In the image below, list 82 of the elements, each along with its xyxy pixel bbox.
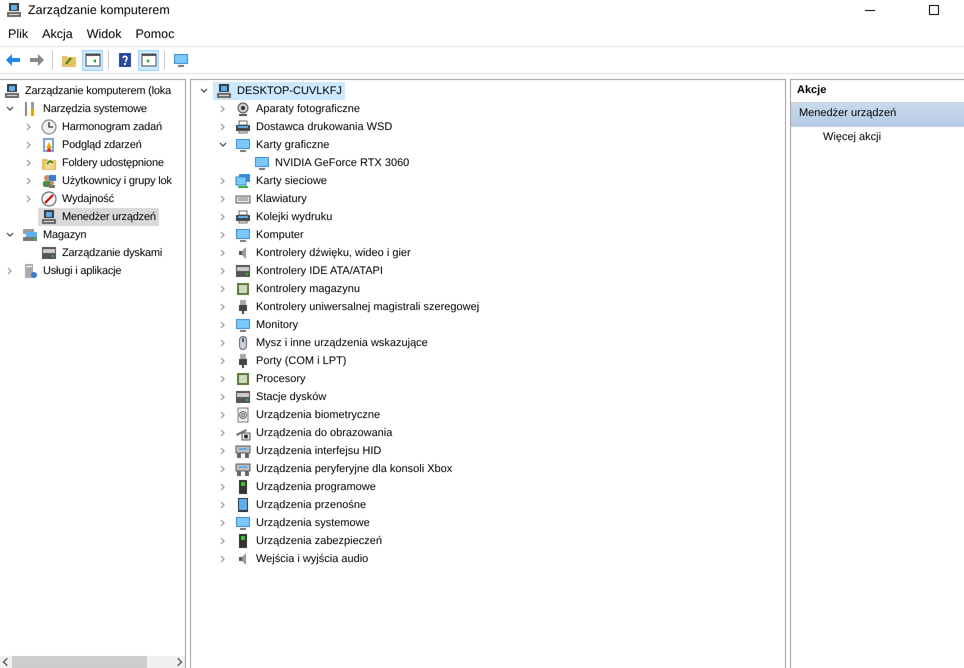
tree-item[interactable]: Kontrolery dźwięku, wideo i gier: [232, 244, 414, 262]
tree-item[interactable]: Kontrolery magazynu: [232, 280, 363, 298]
tree-item[interactable]: Komputer: [232, 226, 307, 244]
window-title: Zarządzanie komputerem: [28, 3, 170, 17]
gamepad-icon: [235, 443, 251, 459]
back-icon: [4, 52, 20, 68]
monitor-icon: [235, 515, 251, 531]
drive-icon: [235, 263, 251, 279]
tree-item[interactable]: Porty (COM i LPT): [232, 352, 350, 370]
computer-icon: [4, 83, 20, 99]
tree-item[interactable]: Harmonogram zadań: [38, 118, 165, 136]
tree-item[interactable]: Urządzenia interfejsu HID: [232, 442, 384, 460]
tree-item[interactable]: Magazyn: [19, 226, 90, 244]
tree-item[interactable]: Narzędzia systemowe: [19, 100, 150, 118]
actions-section-header[interactable]: Menedżer urządzeń: [791, 103, 964, 127]
tree-item[interactable]: Karty graficzne: [232, 136, 332, 154]
drive-icon: [235, 389, 251, 405]
tree-item[interactable]: Wejścia i wyjścia audio: [232, 550, 372, 568]
tree-item[interactable]: Urządzenia zabezpieczeń: [232, 532, 385, 550]
computer-icon: [216, 83, 232, 99]
tree-item[interactable]: Urządzenia peryferyjne dla konsoli Xbox: [232, 460, 456, 478]
log-icon: [41, 137, 57, 153]
tree-item[interactable]: NVIDIA GeForce RTX 3060: [251, 154, 412, 172]
tree-item[interactable]: Monitory: [232, 316, 302, 334]
forward-icon: [28, 52, 44, 68]
action-link[interactable]: Więcej akcji: [791, 127, 964, 149]
tree-item[interactable]: Zarządzanie komputerem (loka: [1, 82, 174, 100]
tree-item[interactable]: Klawiatury: [232, 190, 310, 208]
panel-icon: [84, 52, 100, 68]
monitor-icon: [235, 137, 251, 153]
server-icon: [22, 263, 38, 279]
tree-item[interactable]: Użytkownicy i grupy lok: [38, 172, 175, 190]
chip-icon: [235, 281, 251, 297]
fingerprint-icon: [235, 407, 251, 423]
tree-item[interactable]: Urządzenia do obrazowania: [232, 424, 396, 442]
help-icon: [116, 52, 132, 68]
tree-item[interactable]: Kontrolery uniwersalnej magistrali szeregowej: [232, 298, 482, 316]
tree-item[interactable]: Aparaty fotograficzne: [232, 100, 363, 118]
tree-item[interactable]: Kontrolery IDE ATA/ATAPI: [232, 262, 386, 280]
monitor-icon: [235, 227, 251, 243]
tree-item[interactable]: Urządzenia przenośne: [232, 496, 370, 514]
network-icon: [235, 173, 251, 189]
tree-item[interactable]: Wydajność: [38, 190, 117, 208]
tree-item[interactable]: Karty sieciowe: [232, 172, 330, 190]
menu-item[interactable]: Plik: [1, 25, 36, 43]
tablet-icon: [235, 497, 251, 513]
menu-item[interactable]: Akcja: [35, 25, 80, 43]
tree-item[interactable]: Dostawca drukowania WSD: [232, 118, 396, 136]
panel-icon: [140, 52, 156, 68]
monitor-icon: [254, 155, 270, 171]
tree-item[interactable]: Urządzenia programowe: [232, 478, 379, 496]
monitor-icon: [235, 317, 251, 333]
maximize-icon[interactable]: [929, 5, 939, 15]
tree-item[interactable]: Kolejki wydruku: [232, 208, 336, 226]
users-icon: [41, 173, 57, 189]
gamepad-icon: [235, 461, 251, 477]
storage-icon: [22, 227, 38, 243]
tree-item[interactable]: Usługi i aplikacje: [19, 262, 124, 280]
toolbar-button[interactable]: [138, 50, 159, 70]
tree-item[interactable]: Urządzenia biometryczne: [232, 406, 384, 424]
tree-item[interactable]: Zarządzanie dyskami: [38, 244, 166, 262]
tree-item[interactable]: DESKTOP-CUVLKFJ: [213, 82, 345, 100]
tree-item[interactable]: Stacje dysków: [232, 388, 330, 406]
tree-item[interactable]: Foldery udostępnione: [38, 154, 167, 172]
tree-item[interactable]: Urządzenia systemowe: [232, 514, 373, 532]
printer-icon: [235, 209, 251, 225]
clock-icon: [41, 119, 57, 135]
chip-icon: [235, 371, 251, 387]
menu-item[interactable]: Pomoc: [128, 25, 182, 43]
printer-icon: [235, 119, 251, 135]
drive-icon: [41, 245, 57, 261]
menu-item[interactable]: Widok: [80, 25, 128, 43]
toolbar-button[interactable]: [82, 50, 103, 70]
webcam-icon: [235, 101, 251, 117]
monitor-icon: [172, 52, 188, 68]
computer-icon: [41, 209, 57, 225]
tree-item[interactable]: Podgląd zdarzeń: [38, 136, 145, 154]
horizontal-scrollbar[interactable]: [0, 656, 185, 668]
computer-icon: [6, 2, 22, 18]
tree-item[interactable]: Mysz i inne urządzenia wskazujące: [232, 334, 431, 352]
tree-item[interactable]: Procesory: [232, 370, 309, 388]
tree-item[interactable]: Menedżer urządzeń: [38, 208, 159, 226]
